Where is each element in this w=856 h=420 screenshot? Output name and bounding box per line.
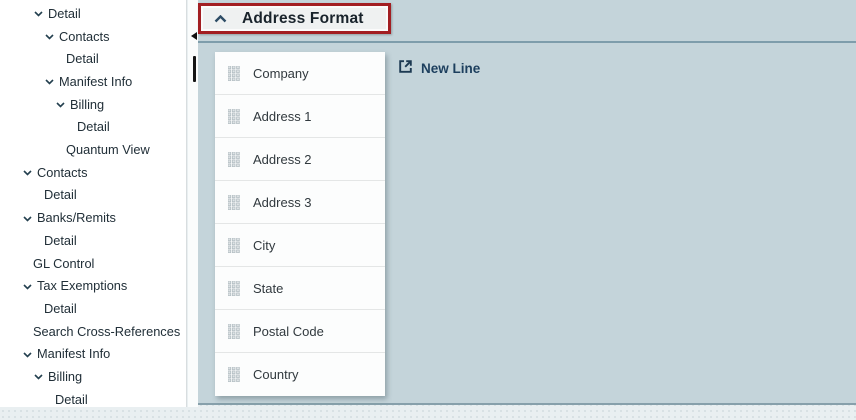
field-row-country[interactable]: Country xyxy=(215,353,385,396)
tree-item-contacts[interactable]: Contacts xyxy=(0,162,186,185)
chevron-down-icon[interactable] xyxy=(23,352,32,358)
field-label: Postal Code xyxy=(253,323,324,339)
tree-item-label: Detail xyxy=(66,51,99,67)
section-header-address-format[interactable]: Address Format xyxy=(198,3,391,34)
tree-item-label: Detail xyxy=(44,232,77,248)
tree-item-label: Contacts xyxy=(59,28,110,44)
tree-item-label: Detail xyxy=(44,300,77,316)
field-row-address-2[interactable]: Address 2 xyxy=(215,138,385,181)
sidebar-tree: Detail Contacts Detail Manifest Info Billing… xyxy=(0,0,187,407)
chevron-down-icon[interactable] xyxy=(45,34,54,40)
chevron-down-icon[interactable] xyxy=(56,102,65,108)
tree-item-tax-exemptions[interactable]: Tax Exemptions xyxy=(0,275,186,298)
tree-item-detail[interactable]: Detail xyxy=(0,3,186,26)
tree-item-label: Detail xyxy=(77,119,110,135)
new-line-label: New Line xyxy=(421,60,481,76)
tree-item-search-cross-references[interactable]: Search Cross-References xyxy=(0,321,186,344)
field-label: City xyxy=(253,237,276,253)
tree-item-gl-control[interactable]: GL Control xyxy=(0,253,186,276)
scrollbar-thumb[interactable] xyxy=(193,56,196,82)
field-label: Company xyxy=(253,65,309,81)
collapse-arrow-icon[interactable] xyxy=(191,32,197,40)
field-label: Address 3 xyxy=(253,194,312,210)
tree-item-detail[interactable]: Detail xyxy=(0,389,186,407)
field-row-city[interactable]: City xyxy=(215,224,385,267)
tree-item-banks-remits[interactable]: Banks/Remits xyxy=(0,207,186,230)
drag-handle-icon[interactable] xyxy=(228,280,240,296)
tree-item-label: Tax Exemptions xyxy=(37,278,128,294)
drag-handle-icon[interactable] xyxy=(228,237,240,253)
chevron-down-icon[interactable] xyxy=(23,284,32,290)
tree-item-billing[interactable]: Billing xyxy=(0,94,186,117)
tree-item-label: Billing xyxy=(48,368,83,384)
header-divider xyxy=(198,41,856,43)
tree-item-manifest-info[interactable]: Manifest Info xyxy=(0,71,186,94)
drag-handle-icon[interactable] xyxy=(228,65,240,81)
field-row-address-3[interactable]: Address 3 xyxy=(215,181,385,224)
tree-item-label: Banks/Remits xyxy=(37,210,116,226)
tree-item-label: Quantum View xyxy=(66,142,150,158)
new-line-icon xyxy=(398,59,413,77)
tree-item-detail[interactable]: Detail xyxy=(0,116,186,139)
tree-item-billing[interactable]: Billing xyxy=(0,366,186,389)
chevron-down-icon[interactable] xyxy=(23,170,32,176)
tree-item-label: Contacts xyxy=(37,164,88,180)
drag-handle-icon[interactable] xyxy=(228,108,240,124)
field-row-address-1[interactable]: Address 1 xyxy=(215,95,385,138)
drag-handle-icon[interactable] xyxy=(228,151,240,167)
tree-item-detail[interactable]: Detail xyxy=(0,48,186,71)
tree-item-label: Manifest Info xyxy=(59,74,133,89)
new-line-button[interactable]: New Line xyxy=(398,59,480,77)
tree-item-quantum-view[interactable]: Quantum View xyxy=(0,139,186,162)
chevron-up-icon[interactable] xyxy=(214,14,227,23)
tree-item-label: GL Control xyxy=(33,255,95,271)
field-label: State xyxy=(253,280,284,296)
field-row-company[interactable]: Company xyxy=(215,52,385,95)
field-label: Country xyxy=(253,367,299,382)
field-row-postal-code[interactable]: Postal Code xyxy=(215,310,385,353)
field-label: Address 1 xyxy=(253,108,312,124)
tree-item-label: Detail xyxy=(44,187,77,203)
chevron-down-icon[interactable] xyxy=(23,215,32,222)
drag-handle-icon[interactable] xyxy=(228,323,240,339)
panel-splitter[interactable] xyxy=(188,0,198,407)
section-title: Address Format xyxy=(242,9,364,27)
tree-item-detail[interactable]: Detail xyxy=(0,298,186,321)
fields-card: Company Address 1 Address 2 Address 3 City St… xyxy=(215,52,385,396)
tree-item-label: Detail xyxy=(55,391,88,407)
field-label: Address 2 xyxy=(253,151,312,167)
tree-item-label: Manifest Info xyxy=(37,346,111,362)
chevron-down-icon[interactable] xyxy=(45,79,54,86)
address-format-panel: Address Format New Line Company Address 1… xyxy=(198,0,856,405)
tree-item-label: Detail xyxy=(48,5,81,21)
tree-item-detail[interactable]: Detail xyxy=(0,230,186,253)
drag-handle-icon[interactable] xyxy=(228,367,240,382)
chevron-down-icon[interactable] xyxy=(34,374,43,380)
tree-item-detail[interactable]: Detail xyxy=(0,185,186,208)
field-row-state[interactable]: State xyxy=(215,267,385,310)
tree-item-manifest-info[interactable]: Manifest Info xyxy=(0,343,186,366)
tree-item-label: Search Cross-References xyxy=(33,323,181,339)
tree-item-contacts[interactable]: Contacts xyxy=(0,26,186,49)
drag-handle-icon[interactable] xyxy=(228,194,240,210)
chevron-down-icon[interactable] xyxy=(34,11,43,17)
tree-item-label: Billing xyxy=(70,96,105,112)
